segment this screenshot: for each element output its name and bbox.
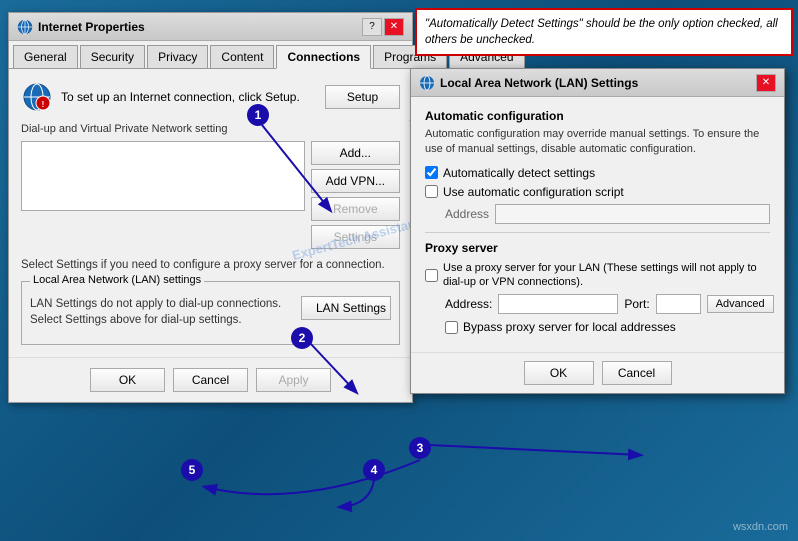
auto-script-row: Use automatic configuration script	[425, 185, 770, 199]
vpn-list	[21, 141, 305, 249]
auto-config-title: Automatic configuration	[425, 109, 770, 123]
settings-button[interactable]: Settings	[311, 225, 400, 249]
lan-cancel-button[interactable]: Cancel	[602, 361, 672, 385]
annotation-text: "Automatically Detect Settings" should b…	[425, 18, 778, 46]
svg-text:!: !	[42, 100, 45, 109]
script-address-input[interactable]	[495, 204, 770, 224]
window-footer: OK Cancel Apply	[9, 357, 412, 402]
lan-close-button[interactable]: ✕	[756, 74, 776, 92]
watermark: wsxdn.com	[733, 521, 788, 533]
auto-script-checkbox[interactable]	[425, 185, 438, 198]
tab-privacy[interactable]: Privacy	[147, 45, 208, 68]
tab-connections[interactable]: Connections	[276, 45, 371, 69]
dial-label: Dial-up and Virtual Private Network sett…	[21, 123, 400, 135]
divider	[425, 232, 770, 233]
annotation-box: "Automatically Detect Settings" should b…	[415, 8, 793, 56]
auto-detect-row: Automatically detect settings	[425, 166, 770, 180]
bypass-row: Bypass proxy server for local addresses	[445, 320, 770, 334]
window-content: ! To set up an Internet connection, clic…	[9, 69, 412, 357]
close-button[interactable]: ✕	[384, 18, 404, 36]
ok-button[interactable]: OK	[90, 368, 165, 392]
address-label: Address	[445, 207, 489, 221]
tab-security[interactable]: Security	[80, 45, 145, 68]
lan-group: Local Area Network (LAN) settings LAN Se…	[21, 281, 400, 345]
titlebar-left: Internet Properties	[17, 19, 145, 35]
use-proxy-label: Use a proxy server for your LAN (These s…	[443, 261, 770, 290]
lan-ok-button[interactable]: OK	[524, 361, 594, 385]
lan-titlebar-controls: ✕	[756, 74, 776, 92]
setup-description: To set up an Internet connection, click …	[61, 90, 300, 104]
vpn-list-box	[21, 141, 305, 211]
lan-dialog: Local Area Network (LAN) Settings ✕ Auto…	[410, 68, 785, 394]
lan-settings-button[interactable]: LAN Settings	[301, 296, 391, 320]
lan-dialog-content: Automatic configuration Automatic config…	[411, 97, 784, 352]
auto-detect-label: Automatically detect settings	[443, 166, 595, 180]
tab-general[interactable]: General	[13, 45, 78, 68]
lan-dialog-footer: OK Cancel	[411, 352, 784, 393]
vpn-area: Add... Add VPN... Remove Settings	[21, 141, 400, 249]
lan-icon	[419, 75, 435, 91]
proxy-address-row: Address: Port: 80 Advanced	[445, 294, 770, 314]
internet-icon	[17, 19, 33, 35]
titlebar: Internet Properties ? ✕	[9, 13, 412, 41]
lan-titlebar-left: Local Area Network (LAN) Settings	[419, 75, 638, 91]
lan-group-title: Local Area Network (LAN) settings	[30, 274, 204, 286]
internet-properties-window: Internet Properties ? ✕ General Security…	[8, 12, 413, 403]
tab-content[interactable]: Content	[210, 45, 274, 68]
bypass-checkbox[interactable]	[445, 321, 458, 334]
auto-config-desc: Automatic configuration may override man…	[425, 127, 770, 158]
titlebar-controls: ? ✕	[362, 18, 404, 36]
port-input[interactable]: 80	[656, 294, 701, 314]
remove-button[interactable]: Remove	[311, 197, 400, 221]
lan-text: LAN Settings do not apply to dial-up con…	[30, 296, 291, 328]
use-proxy-row: Use a proxy server for your LAN (These s…	[425, 261, 770, 290]
advanced-button[interactable]: Advanced	[707, 295, 774, 313]
auto-script-label: Use automatic configuration script	[443, 185, 624, 199]
setup-row: ! To set up an Internet connection, clic…	[21, 81, 400, 113]
proxy-address-input[interactable]	[498, 294, 618, 314]
help-button[interactable]: ?	[362, 18, 382, 36]
address-label2: Address:	[445, 297, 492, 311]
script-address-row: Address	[445, 204, 770, 224]
bypass-label: Bypass proxy server for local addresses	[463, 320, 676, 334]
lan-titlebar: Local Area Network (LAN) Settings ✕	[411, 69, 784, 97]
apply-button[interactable]: Apply	[256, 368, 331, 392]
add-button[interactable]: Add...	[311, 141, 400, 165]
select-settings-text: Select Settings if you need to configure…	[21, 257, 400, 273]
window-title: Internet Properties	[38, 20, 145, 34]
lan-content: LAN Settings do not apply to dial-up con…	[30, 296, 391, 336]
lan-dialog-title: Local Area Network (LAN) Settings	[440, 76, 638, 90]
auto-detect-checkbox[interactable]	[425, 166, 438, 179]
tabs-bar: General Security Privacy Content Connect…	[9, 41, 412, 69]
vpn-buttons: Add... Add VPN... Remove Settings	[311, 141, 400, 249]
setup-text: ! To set up an Internet connection, clic…	[21, 81, 315, 113]
globe-icon: !	[21, 81, 53, 113]
use-proxy-checkbox[interactable]	[425, 269, 438, 282]
cancel-button[interactable]: Cancel	[173, 368, 248, 392]
add-vpn-button[interactable]: Add VPN...	[311, 169, 400, 193]
proxy-title: Proxy server	[425, 241, 770, 255]
setup-button[interactable]: Setup	[325, 85, 400, 109]
port-label: Port:	[624, 297, 649, 311]
